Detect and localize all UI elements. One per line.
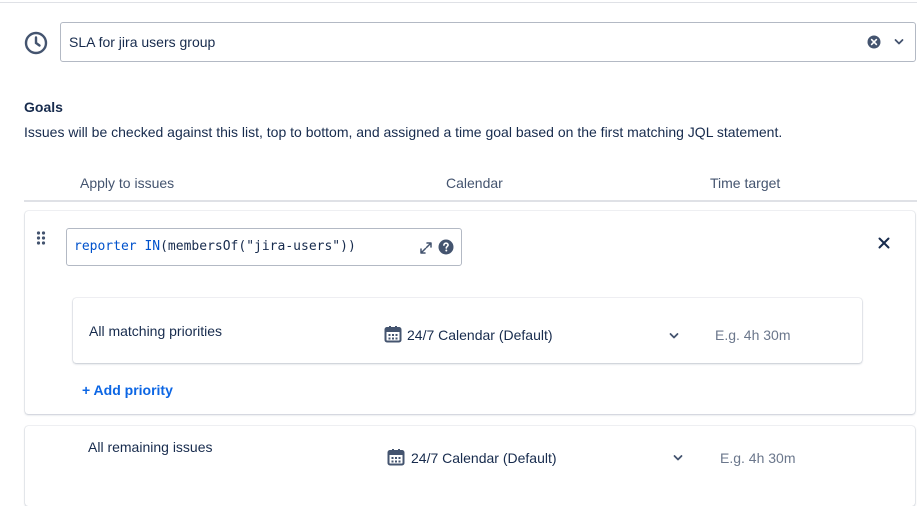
top-divider — [0, 2, 917, 3]
jql-query[interactable]: reporter IN(membersOf("jira-users")) — [74, 239, 356, 254]
goals-description: Issues will be checked against this list… — [24, 124, 783, 140]
sla-name-input[interactable] — [61, 23, 841, 61]
chevron-down-icon[interactable] — [893, 36, 905, 48]
help-icon[interactable] — [438, 239, 454, 255]
chevron-down-icon[interactable] — [672, 452, 684, 464]
goal-card: reporter IN(membersOf("jira-users")) All… — [25, 211, 915, 414]
jql-input[interactable]: reporter IN(membersOf("jira-users")) — [66, 228, 462, 266]
jql-field-token: reporter — [74, 239, 137, 254]
priority-row: All matching priorities 24/7 Calendar (D… — [73, 298, 862, 363]
time-target-input[interactable]: E.g. 4h 30m — [715, 327, 791, 343]
chevron-down-icon[interactable] — [668, 330, 680, 342]
clear-icon[interactable] — [867, 35, 881, 49]
column-header-time-target: Time target — [710, 175, 781, 191]
add-priority-button[interactable]: + Add priority — [82, 382, 173, 398]
header-divider — [24, 200, 917, 202]
sla-name-field[interactable] — [60, 22, 916, 62]
jql-operator-token: IN — [144, 239, 161, 254]
calendar-select-value[interactable]: 24/7 Calendar (Default) — [407, 327, 553, 343]
clock-icon — [24, 31, 48, 55]
calendar-icon — [384, 326, 402, 343]
expand-icon[interactable] — [419, 241, 433, 255]
calendar-icon — [387, 449, 405, 466]
time-target-input[interactable]: E.g. 4h 30m — [720, 450, 796, 466]
remaining-issues-label: All remaining issues — [88, 439, 213, 455]
jql-value-token: (membersOf("jira-users")) — [160, 239, 356, 254]
goals-title: Goals — [24, 99, 63, 115]
remove-goal-icon[interactable] — [877, 236, 891, 250]
calendar-select-value[interactable]: 24/7 Calendar (Default) — [411, 450, 557, 466]
column-header-calendar: Calendar — [446, 175, 503, 191]
column-header-apply: Apply to issues — [80, 175, 175, 191]
remaining-issues-card: All remaining issues 24/7 Calendar (Defa… — [25, 426, 915, 506]
priority-label: All matching priorities — [89, 323, 223, 339]
drag-handle-icon[interactable] — [36, 231, 46, 245]
